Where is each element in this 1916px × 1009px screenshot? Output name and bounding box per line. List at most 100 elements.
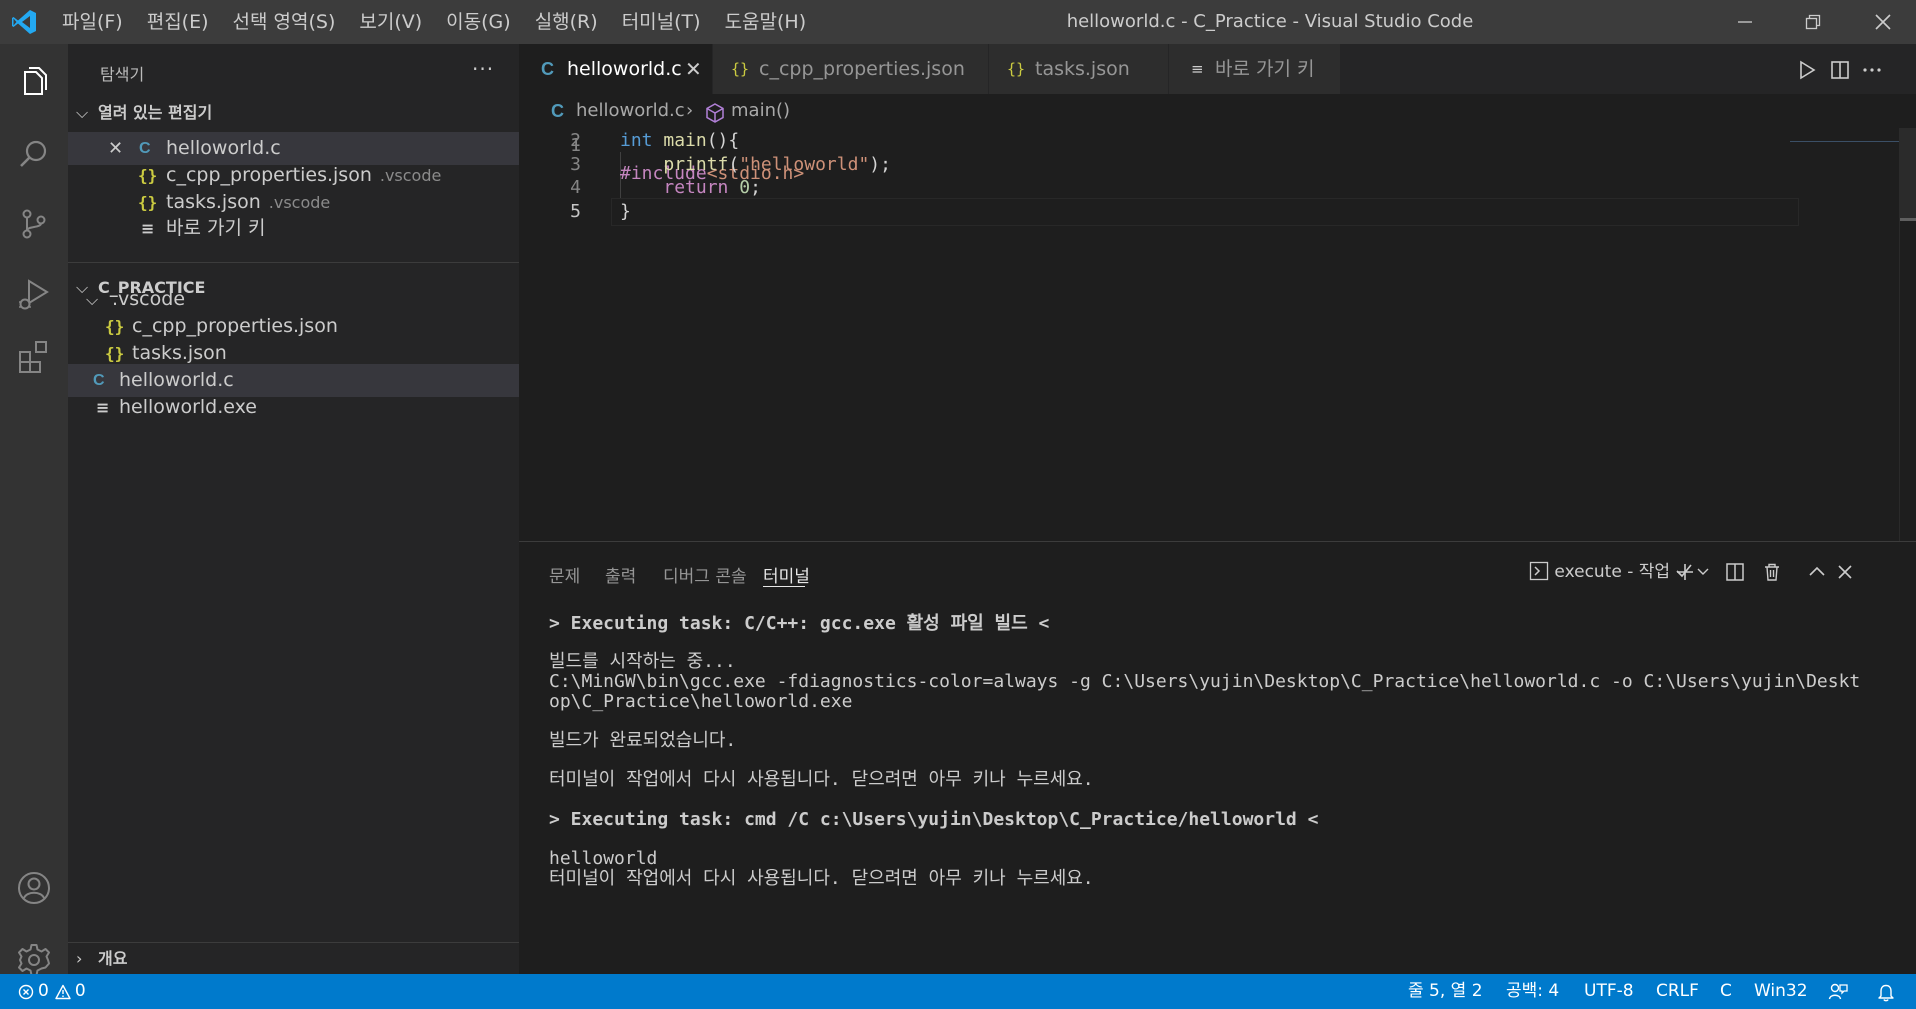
line-number: 5 xyxy=(570,201,581,222)
menu-go[interactable]: 이동(G) xyxy=(434,0,523,44)
files-icon xyxy=(24,67,47,95)
terminal-icon xyxy=(1529,561,1549,581)
chevron-down-icon xyxy=(1697,568,1709,575)
tab-debug-console[interactable]: 디버그 콘솔 xyxy=(663,562,747,587)
breadcrumb-symbol[interactable]: main() xyxy=(731,94,790,128)
restore-button[interactable] xyxy=(1780,0,1846,44)
breadcrumb-file[interactable]: helloworld.c xyxy=(576,94,685,128)
indentation-status[interactable]: 공백: 4 xyxy=(1506,974,1559,1009)
close-panel-button[interactable] xyxy=(1831,558,1859,586)
folder-description: .vscode xyxy=(268,193,331,212)
cursor-position-marker xyxy=(1900,218,1916,221)
line-text: return 0; xyxy=(663,177,761,198)
tab-problems[interactable]: 문제 xyxy=(549,562,580,587)
platform-status[interactable]: Win32 xyxy=(1754,974,1808,1009)
open-editors-header[interactable]: ⌵ 열려 있는 편집기 xyxy=(68,98,519,128)
kill-terminal-button[interactable] xyxy=(1758,558,1786,586)
explorer-sidebar: 탐색기 ··· ⌵ 열려 있는 편집기 ✕ C helloworld.c {} … xyxy=(68,44,519,974)
terminal-line: 빌드가 완료되었습니다. xyxy=(549,730,737,751)
explorer-button[interactable] xyxy=(12,60,56,104)
terminal-line: > Executing task: cmd /C c:\Users\yujin\… xyxy=(549,809,1319,830)
list-file-icon: ≡ xyxy=(141,219,155,238)
run-debug-icon xyxy=(19,279,49,310)
terminal-selector[interactable]: execute - 작업 xyxy=(1529,558,1693,586)
bell-icon xyxy=(1878,984,1894,1001)
terminal-name: execute - 작업 xyxy=(1554,562,1671,582)
menu-edit[interactable]: 편집(E) xyxy=(135,0,221,44)
problems-status[interactable]: 0 0 xyxy=(18,974,86,1009)
code-editor[interactable]: 1 #include<stdio.h> 2 int main(){3 printf… xyxy=(519,128,1916,541)
active-tab-indicator xyxy=(763,586,805,587)
accounts-button[interactable] xyxy=(12,866,56,910)
minimap[interactable] xyxy=(1790,128,1900,142)
list-file-icon: ≡ xyxy=(96,398,110,417)
menu-bar: 파일(F) 편집(E) 선택 영역(S) 보기(V) 이동(G) 실행(R) 터… xyxy=(50,0,818,44)
split-editor-icon xyxy=(1831,61,1849,79)
terminal-line: 터미널이 작업에서 다시 사용됩니다. 닫으려면 아무 키나 누르세요. xyxy=(549,868,1094,889)
tab-terminal[interactable]: 터미널 xyxy=(763,562,810,587)
more-actions-icon[interactable]: ··· xyxy=(472,57,494,81)
tab-tasks-json[interactable]: {} tasks.json xyxy=(989,44,1169,94)
c-file-icon: C xyxy=(541,59,554,79)
menu-help[interactable]: 도움말(H) xyxy=(713,0,819,44)
tab-label: tasks.json xyxy=(1035,58,1130,80)
current-line-highlight xyxy=(611,198,1799,226)
open-editor-item-keybindings[interactable]: ≡ 바로 가기 키 xyxy=(68,212,519,245)
account-icon xyxy=(18,872,50,904)
chevron-right-icon: › xyxy=(686,100,694,121)
line-text: } xyxy=(620,201,631,222)
more-actions-button[interactable] xyxy=(1860,58,1884,82)
warning-count: 0 xyxy=(74,981,86,1001)
folder-description: .vscode xyxy=(379,166,442,185)
scrollbar-thumb[interactable] xyxy=(1899,128,1916,218)
menu-terminal[interactable]: 터미널(T) xyxy=(610,0,713,44)
section-divider xyxy=(68,262,519,263)
vscode-logo-icon xyxy=(10,8,38,36)
json-file-icon: {} xyxy=(731,60,750,78)
run-button[interactable] xyxy=(1795,58,1819,82)
minimize-button[interactable] xyxy=(1712,0,1778,44)
terminal-line: op\C_Practice\helloworld.exe xyxy=(549,691,853,712)
eol-status[interactable]: CRLF xyxy=(1656,974,1699,1009)
menu-file[interactable]: 파일(F) xyxy=(50,0,135,44)
tab-helloworld-c[interactable]: C helloworld.c ✕ xyxy=(519,44,713,94)
tab-output[interactable]: 출력 xyxy=(605,562,636,587)
trash-icon xyxy=(1765,563,1779,581)
search-icon xyxy=(20,140,47,167)
notifications-button[interactable] xyxy=(1876,974,1896,1009)
cursor-position[interactable]: 줄 5, 열 2 xyxy=(1408,974,1483,1009)
tree-item-helloworld-exe[interactable]: ≡ helloworld.exe xyxy=(68,391,519,424)
outline-header[interactable]: › 개요 xyxy=(68,944,519,974)
tab-keybindings[interactable]: ≡ 바로 가기 키 xyxy=(1169,44,1341,94)
window-title: helloworld.c - C_Practice - Visual Studi… xyxy=(1066,11,1474,32)
activity-bar xyxy=(0,44,68,976)
feedback-button[interactable] xyxy=(1828,974,1848,1009)
plus-icon xyxy=(1677,564,1693,580)
terminal-dropdown-button[interactable] xyxy=(1695,558,1711,586)
list-file-icon: ≡ xyxy=(1191,60,1204,78)
maximize-panel-button[interactable] xyxy=(1803,558,1831,586)
search-button[interactable] xyxy=(12,132,56,176)
terminal-line: 터미널이 작업에서 다시 사용됩니다. 닫으려면 아무 키나 누르세요. xyxy=(549,769,1094,790)
warning-icon xyxy=(55,984,71,999)
run-debug-button[interactable] xyxy=(12,272,56,316)
close-icon xyxy=(1838,565,1852,579)
tab-label: c_cpp_properties.json xyxy=(759,58,965,80)
split-editor-button[interactable] xyxy=(1828,58,1852,82)
section-label: 개요 xyxy=(98,949,128,968)
split-terminal-button[interactable] xyxy=(1721,558,1749,586)
close-tab-icon[interactable]: ✕ xyxy=(685,44,702,94)
breadcrumb: C helloworld.c › main() xyxy=(519,94,1916,128)
menu-selection[interactable]: 선택 영역(S) xyxy=(221,0,348,44)
close-window-button[interactable] xyxy=(1850,0,1916,44)
extensions-button[interactable] xyxy=(12,334,56,378)
encoding-status[interactable]: UTF-8 xyxy=(1584,974,1634,1009)
status-bar: 0 0 줄 5, 열 2 공백: 4 UTF-8 CRLF C Win32 xyxy=(0,974,1916,1009)
tab-c-cpp-properties[interactable]: {} c_cpp_properties.json xyxy=(713,44,989,94)
minimize-icon xyxy=(1738,21,1752,23)
menu-view[interactable]: 보기(V) xyxy=(347,0,434,44)
menu-run[interactable]: 실행(R) xyxy=(523,0,610,44)
error-count: 0 xyxy=(38,981,49,1001)
language-mode[interactable]: C xyxy=(1720,974,1732,1009)
source-control-button[interactable] xyxy=(12,202,56,246)
